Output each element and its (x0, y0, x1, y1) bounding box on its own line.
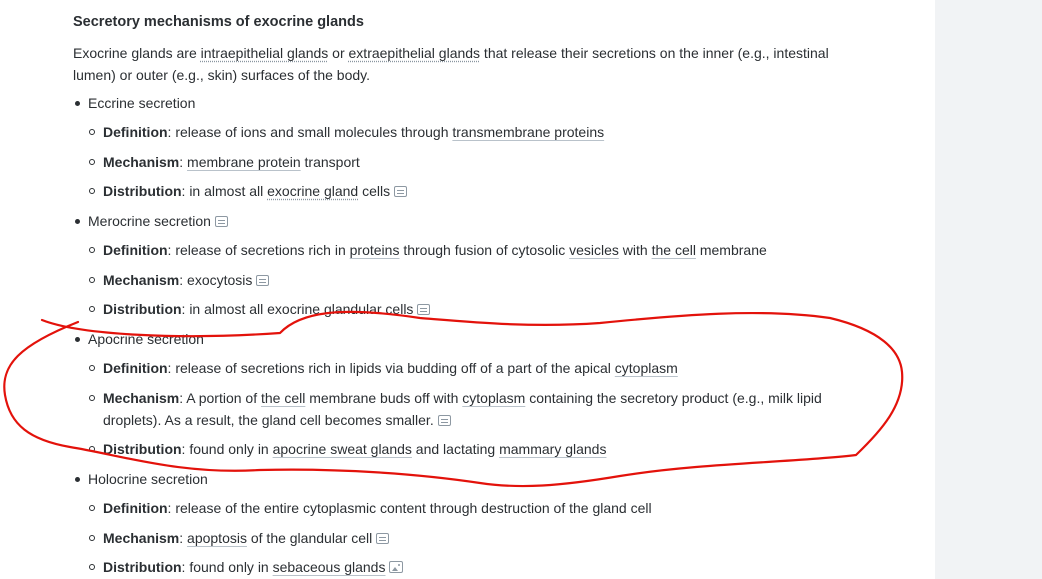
list-item-mechanism: Mechanism: exocytosis (89, 269, 843, 291)
image-icon[interactable] (389, 561, 404, 573)
note-icon[interactable] (214, 216, 228, 227)
item-text: cells (358, 183, 391, 199)
intro-text: or (328, 45, 349, 61)
item-text: : found only in (181, 441, 273, 457)
link-transmembrane-proteins[interactable]: transmembrane proteins (452, 124, 604, 140)
item-label: Distribution (103, 183, 182, 199)
link-proteins[interactable]: proteins (350, 242, 400, 258)
item-label: Definition (103, 500, 168, 516)
item-text: : release of secretions rich in (167, 242, 350, 258)
item-label: Mechanism (103, 530, 180, 546)
item-label: Distribution (103, 301, 182, 317)
item-text: : release of secretions rich in lipids v… (167, 360, 615, 376)
intro-text: Exocrine glands are (73, 45, 201, 61)
link-sebaceous-glands[interactable]: sebaceous glands (273, 559, 386, 575)
list-item-distribution: Distribution: found only in apocrine swe… (89, 438, 843, 460)
side-panel (935, 0, 1042, 579)
list-item-mechanism: Mechanism: A portion of the cell membran… (89, 387, 843, 431)
list-item-apocrine: Apocrine secretion (75, 331, 204, 347)
item-text: membrane (695, 242, 767, 258)
item-text: through fusion of cytosolic (399, 242, 570, 258)
list-heading: Merocrine secretion (88, 213, 211, 229)
list-item-holocrine: Holocrine secretion (75, 471, 208, 487)
item-text: : found only in (181, 559, 273, 575)
link-apoptosis[interactable]: apoptosis (187, 530, 247, 546)
link-mammary-glands[interactable]: mammary glands (499, 441, 606, 457)
item-text: : in almost all (181, 183, 268, 199)
item-text: : release of the entire cytoplasmic cont… (167, 500, 652, 516)
list-item-definition: Definition: release of secretions rich i… (89, 239, 843, 261)
item-text: : (179, 154, 188, 170)
item-text: : in almost all exocrine glandular cells (181, 301, 414, 317)
item-label: Definition (103, 242, 168, 258)
list-item-distribution: Distribution: found only in sebaceous gl… (89, 556, 843, 578)
item-text: transport (300, 154, 360, 170)
link-vesicles[interactable]: vesicles (569, 242, 619, 258)
list-heading: Eccrine secretion (88, 95, 196, 111)
item-label: Distribution (103, 559, 182, 575)
item-text: of the glandular cell (246, 530, 373, 546)
item-text: membrane buds off with (305, 390, 463, 406)
list-heading: Holocrine secretion (88, 471, 208, 487)
intro-paragraph: Exocrine glands are intraepithelial glan… (73, 42, 873, 86)
list-item-definition: Definition: release of ions and small mo… (89, 121, 843, 143)
link-extraepithelial-glands[interactable]: extraepithelial glands (349, 45, 481, 61)
list-item-distribution: Distribution: in almost all exocrine gla… (89, 180, 843, 202)
link-apocrine-sweat-glands[interactable]: apocrine sweat glands (273, 441, 412, 457)
item-label: Mechanism (103, 272, 180, 288)
list-item-eccrine: Eccrine secretion (74, 95, 196, 111)
list-heading: Apocrine secretion (88, 331, 204, 347)
note-icon[interactable] (437, 415, 451, 426)
link-cytoplasm[interactable]: cytoplasm (462, 390, 525, 406)
list-item-mechanism: Mechanism: membrane protein transport (89, 151, 843, 173)
link-the-cell[interactable]: the cell (652, 242, 696, 258)
item-text: : A portion of (179, 390, 261, 406)
list-item-definition: Definition: release of the entire cytopl… (89, 497, 843, 519)
list-item-distribution: Distribution: in almost all exocrine gla… (89, 298, 843, 320)
list-item-merocrine: Merocrine secretion (75, 213, 228, 229)
link-exocrine-gland[interactable]: exocrine gland (267, 183, 358, 199)
item-label: Mechanism (103, 390, 180, 406)
link-cytoplasm[interactable]: cytoplasm (615, 360, 678, 376)
item-text: : release of ions and small molecules th… (167, 124, 453, 140)
list-item-definition: Definition: release of secretions rich i… (89, 357, 843, 379)
note-icon[interactable] (376, 533, 390, 544)
link-the-cell[interactable]: the cell (261, 390, 305, 406)
list-item-mechanism: Mechanism: apoptosis of the glandular ce… (89, 527, 843, 549)
item-label: Mechanism (103, 154, 180, 170)
link-membrane-protein[interactable]: membrane protein (187, 154, 301, 170)
note-icon[interactable] (417, 304, 431, 315)
item-label: Definition (103, 124, 168, 140)
link-intraepithelial-glands[interactable]: intraepithelial glands (201, 45, 329, 61)
item-text: : exocytosis (179, 272, 253, 288)
section-title: Secretory mechanisms of exocrine glands (73, 14, 364, 30)
item-text: : (179, 530, 188, 546)
item-text: and lactating (411, 441, 500, 457)
item-text: with (618, 242, 652, 258)
item-label: Definition (103, 360, 168, 376)
item-label: Distribution (103, 441, 182, 457)
note-icon[interactable] (256, 275, 270, 286)
note-icon[interactable] (394, 186, 408, 197)
